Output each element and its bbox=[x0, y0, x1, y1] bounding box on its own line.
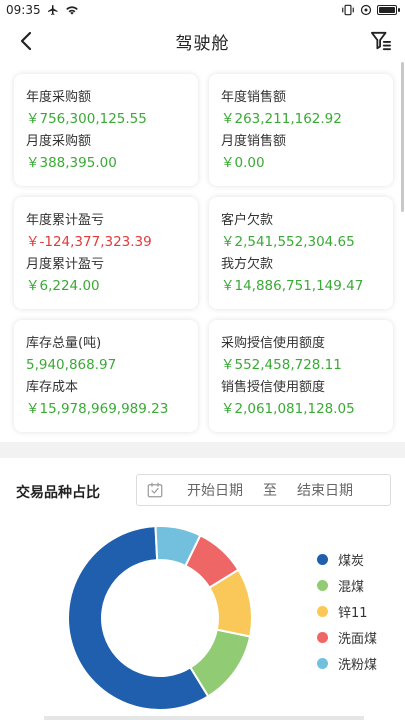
card-label: 我方欠款 bbox=[221, 257, 274, 272]
card-value: ￥-124,377,323.39 bbox=[26, 234, 152, 250]
date-range-picker[interactable]: 开始日期 至 结束日期 bbox=[136, 474, 391, 506]
status-right bbox=[341, 4, 400, 16]
legend-swatch bbox=[317, 553, 328, 565]
legend-swatch bbox=[317, 631, 328, 643]
card-value: ￥388,395.00 bbox=[26, 155, 117, 171]
donut-chart bbox=[67, 525, 253, 711]
legend-label: 煤炭 bbox=[338, 553, 365, 569]
card-value: ￥552,458,728.11 bbox=[221, 357, 342, 373]
legend-swatch bbox=[317, 579, 328, 591]
card-label: 月度销售额 bbox=[221, 134, 287, 149]
legend-item[interactable]: 洗粉煤 bbox=[317, 650, 377, 676]
status-bar: 09:35 bbox=[0, 0, 405, 20]
end-date-input[interactable]: 结束日期 bbox=[297, 480, 353, 500]
wifi-icon bbox=[65, 6, 78, 15]
card-label: 年度销售额 bbox=[221, 90, 287, 105]
status-left: 09:35 bbox=[6, 3, 79, 17]
legend-label: 洗面煤 bbox=[338, 631, 378, 647]
purchase-card[interactable]: 年度采购额 ￥756,300,125.55 月度采购额 ￥388,395.00 bbox=[14, 74, 198, 186]
card-label: 月度采购额 bbox=[26, 134, 92, 149]
card-value: ￥15,978,969,989.23 bbox=[26, 401, 169, 417]
page-title: 驾驶舱 bbox=[175, 33, 230, 54]
bottom-nav-hint bbox=[44, 716, 364, 720]
card-label: 月度累计盈亏 bbox=[26, 257, 105, 272]
legend-swatch bbox=[317, 657, 328, 669]
card-value: ￥14,886,751,149.47 bbox=[221, 278, 364, 294]
airplane-icon bbox=[47, 5, 58, 15]
card-label: 客户欠款 bbox=[221, 213, 274, 228]
chevron-left-icon bbox=[20, 31, 32, 51]
card-value: ￥2,061,081,128.05 bbox=[221, 401, 355, 417]
card-value: 5,940,868.97 bbox=[26, 357, 117, 373]
location-icon bbox=[360, 4, 372, 16]
scrollbar[interactable] bbox=[401, 62, 404, 212]
card-label: 库存成本 bbox=[26, 380, 79, 395]
stats-panel: 年度采购额 ￥756,300,125.55 月度采购额 ￥388,395.00 … bbox=[0, 62, 405, 442]
legend-swatch bbox=[317, 605, 328, 617]
legend-item[interactable]: 洗面煤 bbox=[317, 624, 377, 650]
card-value: ￥263,211,162.92 bbox=[221, 111, 342, 127]
card-value: ￥6,224.00 bbox=[26, 278, 100, 294]
debt-card[interactable]: 客户欠款 ￥2,541,552,304.65 我方欠款 ￥14,886,751,… bbox=[209, 197, 393, 309]
card-label: 采购授信使用额度 bbox=[221, 336, 326, 351]
card-label: 年度累计盈亏 bbox=[26, 213, 105, 228]
profit-loss-card[interactable]: 年度累计盈亏 ￥-124,377,323.39 月度累计盈亏 ￥6,224.00 bbox=[14, 197, 198, 309]
status-time: 09:35 bbox=[6, 3, 41, 17]
sales-card[interactable]: 年度销售额 ￥263,211,162.92 月度销售额 ￥0.00 bbox=[209, 74, 393, 186]
inventory-card[interactable]: 库存总量(吨) 5,940,868.97 库存成本 ￥15,978,969,98… bbox=[14, 320, 198, 432]
legend-item[interactable]: 锌11 bbox=[317, 598, 377, 624]
card-label: 销售授信使用额度 bbox=[221, 380, 326, 395]
card-label: 库存总量(吨) bbox=[26, 336, 102, 351]
calendar-icon bbox=[145, 480, 165, 500]
nav-bar: 驾驶舱 bbox=[0, 20, 405, 62]
legend-label: 锌11 bbox=[338, 605, 368, 621]
pie-section: 交易品种占比 开始日期 至 结束日期 煤炭混煤锌11 洗面煤洗粉煤 bbox=[0, 458, 405, 720]
card-value: ￥0.00 bbox=[221, 155, 265, 171]
filter-button[interactable] bbox=[369, 29, 393, 53]
card-value: ￥2,541,552,304.65 bbox=[221, 234, 355, 250]
start-date-input[interactable]: 开始日期 bbox=[187, 480, 243, 500]
legend-label: 洗粉煤 bbox=[338, 657, 378, 673]
chart-legend: 煤炭混煤锌11 洗面煤洗粉煤 bbox=[317, 546, 377, 676]
battery-icon bbox=[377, 5, 400, 15]
legend-label: 混煤 bbox=[338, 579, 365, 595]
date-separator: 至 bbox=[263, 483, 277, 499]
credit-card[interactable]: 采购授信使用额度 ￥552,458,728.11 销售授信使用额度 ￥2,061… bbox=[209, 320, 393, 432]
legend-item[interactable]: 煤炭 bbox=[317, 546, 377, 572]
legend-item[interactable]: 混煤 bbox=[317, 572, 377, 598]
back-button[interactable] bbox=[14, 28, 38, 54]
card-value: ￥756,300,125.55 bbox=[26, 111, 147, 127]
card-label: 年度采购额 bbox=[26, 90, 92, 105]
pie-section-title: 交易品种占比 bbox=[16, 485, 100, 501]
vibrate-icon bbox=[342, 4, 354, 16]
filter-icon bbox=[370, 31, 391, 51]
